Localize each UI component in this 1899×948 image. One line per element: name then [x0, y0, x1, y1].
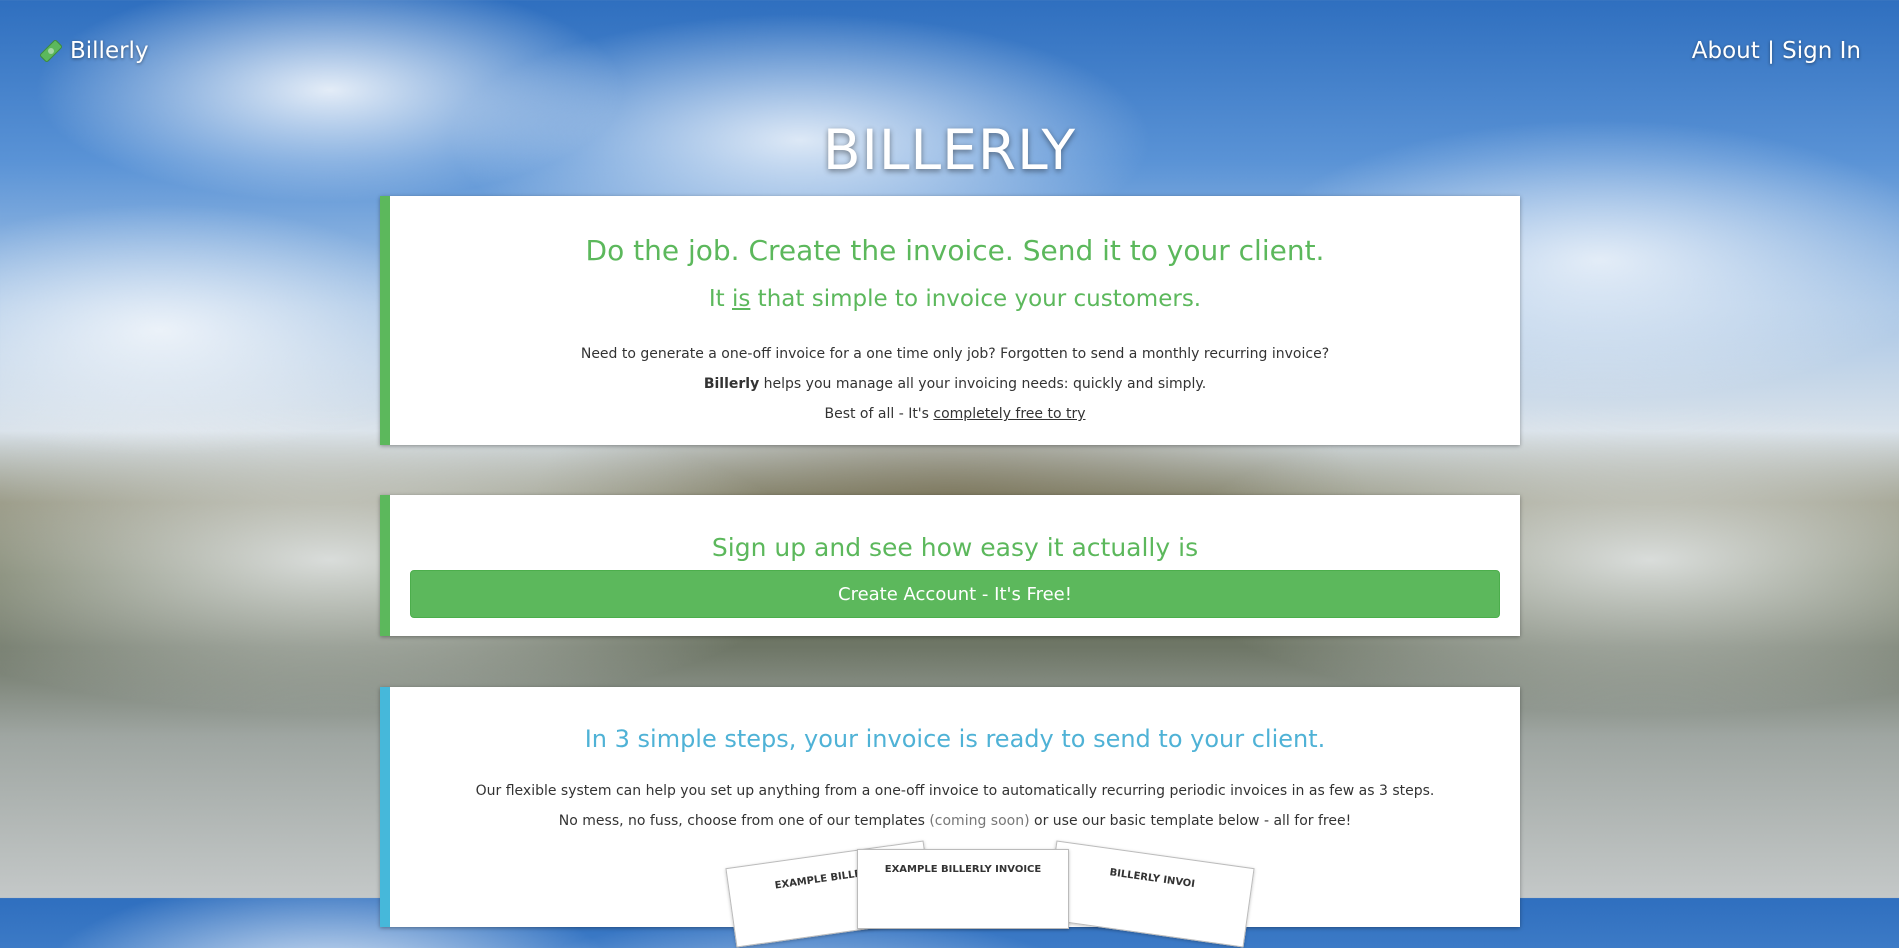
steps-line-2: No mess, no fuss, choose from one of our…: [390, 813, 1520, 829]
intro-line-3: Best of all - It's completely free to tr…: [390, 406, 1520, 422]
free-trial-link[interactable]: completely free to try: [933, 406, 1085, 422]
about-link[interactable]: About: [1692, 38, 1760, 64]
intro-line-1: Need to generate a one-off invoice for a…: [580, 346, 1330, 362]
line3-prefix: Best of all - It's: [824, 406, 934, 422]
intro-subheadline: It is that simple to invoice your custom…: [390, 286, 1520, 312]
steps-line-1: Our flexible system can help you set up …: [475, 783, 1435, 799]
money-bill-icon: [40, 40, 62, 62]
intro-card: Do the job. Create the invoice. Send it …: [380, 196, 1520, 445]
sub-suffix: that simple to invoice your customers.: [750, 286, 1202, 312]
hero-title: BILLERLY: [822, 118, 1077, 182]
line2-suffix: or use our basic template below - all fo…: [1029, 813, 1352, 829]
brand-name: Billerly: [70, 38, 149, 64]
steps-headline: In 3 simple steps, your invoice is ready…: [584, 725, 1326, 753]
brand-logo[interactable]: Billerly: [38, 38, 149, 64]
signup-headline: Sign up and see how easy it actually is: [711, 533, 1199, 562]
line2-prefix: No mess, no fuss, choose from one of our…: [558, 813, 930, 829]
create-account-button[interactable]: Create Account - It's Free!: [410, 570, 1500, 618]
sub-emphasis: is: [732, 286, 751, 312]
invoice-preview-right: BILLERLY INVOI: [1045, 840, 1255, 948]
nav-separator: |: [1767, 38, 1775, 64]
top-navigation: Billerly About | Sign In: [0, 0, 1899, 100]
invoice-preview-center: EXAMPLE BILLERLY INVOICE: [857, 849, 1069, 929]
sign-in-link[interactable]: Sign In: [1782, 38, 1861, 64]
brand-bold: Billerly: [703, 376, 760, 392]
steps-card: In 3 simple steps, your invoice is ready…: [380, 687, 1520, 948]
line2-rest: helps you manage all your invoicing need…: [759, 376, 1207, 392]
sub-prefix: It: [708, 286, 732, 312]
coming-soon-note: (coming soon): [929, 813, 1030, 829]
signup-card: Sign up and see how easy it actually is …: [380, 495, 1520, 636]
nav-links: About | Sign In: [1692, 38, 1861, 64]
intro-headline: Do the job. Create the invoice. Send it …: [585, 234, 1325, 267]
intro-line-2: Billerly helps you manage all your invoi…: [390, 376, 1520, 392]
